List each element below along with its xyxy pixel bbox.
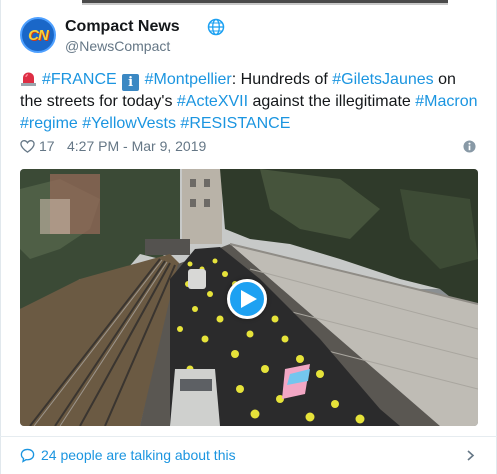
hashtag-link[interactable]: #RESISTANCE [180, 115, 290, 132]
avatar-initials: CN [28, 26, 49, 44]
like-count[interactable]: 17 [39, 138, 55, 154]
police-light-icon [21, 72, 36, 86]
tweet-header: CN Compact News @NewsCompact [20, 17, 480, 57]
hashtag-link[interactable]: #YellowVests [82, 115, 176, 132]
globe-icon [207, 18, 225, 36]
footer-divider [0, 436, 497, 437]
tweet-meta: 17 4:27 PM - Mar 9, 2019 [20, 138, 480, 156]
tweet-text: #FRANCE i #Montpellier: Hundreds of #Gil… [20, 69, 482, 135]
talking-count[interactable]: 24 people are talking about this [41, 447, 236, 463]
heart-icon[interactable] [20, 139, 35, 154]
hashtag-link[interactable]: #Macron [415, 93, 477, 110]
info-circle-icon[interactable] [463, 140, 476, 153]
previous-media-edge [82, 0, 448, 5]
author-name[interactable]: Compact News [65, 18, 180, 36]
hashtag-link[interactable]: #regime [20, 115, 78, 132]
author-handle[interactable]: @NewsCompact [65, 38, 170, 54]
avatar[interactable]: CN [20, 17, 56, 53]
video-player[interactable] [20, 169, 478, 426]
tweet-text-segment [117, 71, 121, 88]
play-button[interactable] [227, 279, 267, 319]
information-icon: i [122, 74, 140, 91]
hashtag-link[interactable]: #FRANCE [42, 71, 117, 88]
tweet-text-segment: against the illegitimate [248, 93, 416, 110]
chevron-right-icon[interactable] [465, 450, 476, 461]
tweet-text-segment: : Hundreds of [231, 71, 333, 88]
speech-bubble-icon [20, 448, 35, 463]
hashtag-link[interactable]: #Montpellier [145, 71, 232, 88]
conversation-link[interactable]: 24 people are talking about this [20, 447, 480, 465]
hashtag-link[interactable]: #GiletsJaunes [332, 71, 433, 88]
timestamp[interactable]: 4:27 PM - Mar 9, 2019 [67, 138, 206, 154]
play-icon [241, 290, 257, 308]
hashtag-link[interactable]: #ActeXVII [177, 93, 248, 110]
